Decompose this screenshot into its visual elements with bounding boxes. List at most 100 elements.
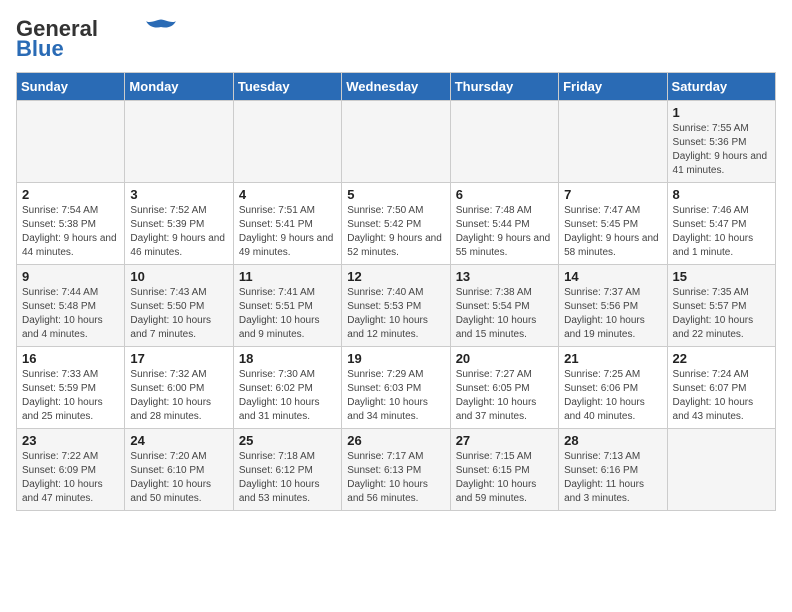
day-number: 20: [456, 351, 553, 366]
day-number: 19: [347, 351, 444, 366]
day-detail: Sunrise: 7:32 AM Sunset: 6:00 PM Dayligh…: [130, 368, 227, 424]
day-detail: Sunrise: 7:44 AM Sunset: 5:48 PM Dayligh…: [22, 286, 119, 342]
calendar-cell: 11 Sunrise: 7:41 AM Sunset: 5:51 PM Dayli…: [233, 265, 341, 347]
day-detail: Sunrise: 7:18 AM Sunset: 6:12 PM Dayligh…: [239, 450, 336, 506]
day-detail: Sunrise: 7:40 AM Sunset: 5:53 PM Dayligh…: [347, 286, 444, 342]
day-number: 10: [130, 269, 227, 284]
day-number: 27: [456, 433, 553, 448]
calendar-cell: 16 Sunrise: 7:33 AM Sunset: 5:59 PM Dayli…: [17, 347, 125, 429]
day-detail: Sunrise: 7:37 AM Sunset: 5:56 PM Dayligh…: [564, 286, 661, 342]
day-number: 28: [564, 433, 661, 448]
calendar-week-row: 1 Sunrise: 7:55 AM Sunset: 5:36 PM Daylig…: [17, 101, 776, 183]
calendar-cell: 9 Sunrise: 7:44 AM Sunset: 5:48 PM Daylig…: [17, 265, 125, 347]
day-number: 11: [239, 269, 336, 284]
calendar-cell: 21 Sunrise: 7:25 AM Sunset: 6:06 PM Dayli…: [559, 347, 667, 429]
calendar-table: SundayMondayTuesdayWednesdayThursdayFrid…: [16, 72, 776, 511]
day-number: 25: [239, 433, 336, 448]
day-detail: Sunrise: 7:41 AM Sunset: 5:51 PM Dayligh…: [239, 286, 336, 342]
day-number: 12: [347, 269, 444, 284]
day-detail: Sunrise: 7:43 AM Sunset: 5:50 PM Dayligh…: [130, 286, 227, 342]
day-detail: Sunrise: 7:46 AM Sunset: 5:47 PM Dayligh…: [673, 204, 770, 260]
calendar-week-row: 23 Sunrise: 7:22 AM Sunset: 6:09 PM Dayli…: [17, 429, 776, 511]
calendar-cell: [233, 101, 341, 183]
day-number: 13: [456, 269, 553, 284]
calendar-cell: 10 Sunrise: 7:43 AM Sunset: 5:50 PM Dayli…: [125, 265, 233, 347]
calendar-cell: 3Sunrise: 7:52 AM Sunset: 5:39 PM Daylig…: [125, 183, 233, 265]
weekday-header-sunday: Sunday: [17, 73, 125, 101]
calendar-cell: [17, 101, 125, 183]
calendar-cell: 26 Sunrise: 7:17 AM Sunset: 6:13 PM Dayli…: [342, 429, 450, 511]
day-detail: Sunrise: 7:51 AM Sunset: 5:41 PM Dayligh…: [239, 204, 336, 260]
calendar-cell: 22 Sunrise: 7:24 AM Sunset: 6:07 PM Dayli…: [667, 347, 775, 429]
day-number: 16: [22, 351, 119, 366]
day-detail: Sunrise: 7:33 AM Sunset: 5:59 PM Dayligh…: [22, 368, 119, 424]
calendar-cell: 5 Sunrise: 7:50 AM Sunset: 5:42 PM Daylig…: [342, 183, 450, 265]
calendar-cell: 18 Sunrise: 7:30 AM Sunset: 6:02 PM Dayli…: [233, 347, 341, 429]
day-detail: Sunrise: 7:35 AM Sunset: 5:57 PM Dayligh…: [673, 286, 770, 342]
day-detail: Sunrise: 7:13 AM Sunset: 6:16 PM Dayligh…: [564, 450, 661, 506]
day-number: 15: [673, 269, 770, 284]
calendar-cell: 19 Sunrise: 7:29 AM Sunset: 6:03 PM Dayli…: [342, 347, 450, 429]
weekday-header-tuesday: Tuesday: [233, 73, 341, 101]
calendar-cell: [559, 101, 667, 183]
calendar-cell: [125, 101, 233, 183]
calendar-cell: 23 Sunrise: 7:22 AM Sunset: 6:09 PM Dayli…: [17, 429, 125, 511]
calendar-cell: [342, 101, 450, 183]
calendar-week-row: 2 Sunrise: 7:54 AM Sunset: 5:38 PM Daylig…: [17, 183, 776, 265]
day-number: 17: [130, 351, 227, 366]
day-number: 18: [239, 351, 336, 366]
day-detail: Sunrise: 7:20 AM Sunset: 6:10 PM Dayligh…: [130, 450, 227, 506]
calendar-cell: 6 Sunrise: 7:48 AM Sunset: 5:44 PM Daylig…: [450, 183, 558, 265]
calendar-cell: 24Sunrise: 7:20 AM Sunset: 6:10 PM Dayli…: [125, 429, 233, 511]
day-detail: Sunrise: 7:55 AM Sunset: 5:36 PM Dayligh…: [673, 122, 770, 178]
weekday-header-saturday: Saturday: [667, 73, 775, 101]
calendar-cell: 8Sunrise: 7:46 AM Sunset: 5:47 PM Daylig…: [667, 183, 775, 265]
calendar-cell: 12 Sunrise: 7:40 AM Sunset: 5:53 PM Dayli…: [342, 265, 450, 347]
logo-blue-text: Blue: [16, 36, 64, 62]
day-detail: Sunrise: 7:27 AM Sunset: 6:05 PM Dayligh…: [456, 368, 553, 424]
day-detail: Sunrise: 7:25 AM Sunset: 6:06 PM Dayligh…: [564, 368, 661, 424]
day-number: 6: [456, 187, 553, 202]
calendar-cell: 14Sunrise: 7:37 AM Sunset: 5:56 PM Dayli…: [559, 265, 667, 347]
weekday-header-friday: Friday: [559, 73, 667, 101]
weekday-header-wednesday: Wednesday: [342, 73, 450, 101]
calendar-cell: 13 Sunrise: 7:38 AM Sunset: 5:54 PM Dayli…: [450, 265, 558, 347]
day-detail: Sunrise: 7:24 AM Sunset: 6:07 PM Dayligh…: [673, 368, 770, 424]
calendar-week-row: 9 Sunrise: 7:44 AM Sunset: 5:48 PM Daylig…: [17, 265, 776, 347]
calendar-week-row: 16 Sunrise: 7:33 AM Sunset: 5:59 PM Dayli…: [17, 347, 776, 429]
calendar-cell: 17 Sunrise: 7:32 AM Sunset: 6:00 PM Dayli…: [125, 347, 233, 429]
day-detail: Sunrise: 7:54 AM Sunset: 5:38 PM Dayligh…: [22, 204, 119, 260]
calendar-cell: 4 Sunrise: 7:51 AM Sunset: 5:41 PM Daylig…: [233, 183, 341, 265]
calendar-cell: 1 Sunrise: 7:55 AM Sunset: 5:36 PM Daylig…: [667, 101, 775, 183]
day-detail: Sunrise: 7:17 AM Sunset: 6:13 PM Dayligh…: [347, 450, 444, 506]
day-number: 9: [22, 269, 119, 284]
day-detail: Sunrise: 7:52 AM Sunset: 5:39 PM Dayligh…: [130, 204, 227, 260]
logo-bird-icon: [146, 18, 176, 36]
weekday-header-thursday: Thursday: [450, 73, 558, 101]
calendar-header-row: SundayMondayTuesdayWednesdayThursdayFrid…: [17, 73, 776, 101]
day-detail: Sunrise: 7:30 AM Sunset: 6:02 PM Dayligh…: [239, 368, 336, 424]
day-number: 4: [239, 187, 336, 202]
day-detail: Sunrise: 7:29 AM Sunset: 6:03 PM Dayligh…: [347, 368, 444, 424]
day-number: 21: [564, 351, 661, 366]
logo: General Blue: [16, 16, 176, 62]
calendar-cell: 7Sunrise: 7:47 AM Sunset: 5:45 PM Daylig…: [559, 183, 667, 265]
day-number: 2: [22, 187, 119, 202]
calendar-cell: 20 Sunrise: 7:27 AM Sunset: 6:05 PM Dayli…: [450, 347, 558, 429]
day-detail: Sunrise: 7:47 AM Sunset: 5:45 PM Dayligh…: [564, 204, 661, 260]
day-number: 26: [347, 433, 444, 448]
day-detail: Sunrise: 7:38 AM Sunset: 5:54 PM Dayligh…: [456, 286, 553, 342]
calendar-cell: [450, 101, 558, 183]
day-detail: Sunrise: 7:48 AM Sunset: 5:44 PM Dayligh…: [456, 204, 553, 260]
day-number: 23: [22, 433, 119, 448]
day-detail: Sunrise: 7:50 AM Sunset: 5:42 PM Dayligh…: [347, 204, 444, 260]
weekday-header-monday: Monday: [125, 73, 233, 101]
day-detail: Sunrise: 7:15 AM Sunset: 6:15 PM Dayligh…: [456, 450, 553, 506]
page-header: General Blue: [16, 16, 776, 62]
day-number: 22: [673, 351, 770, 366]
day-number: 1: [673, 105, 770, 120]
calendar-cell: [667, 429, 775, 511]
calendar-cell: 15 Sunrise: 7:35 AM Sunset: 5:57 PM Dayli…: [667, 265, 775, 347]
day-number: 5: [347, 187, 444, 202]
day-detail: Sunrise: 7:22 AM Sunset: 6:09 PM Dayligh…: [22, 450, 119, 506]
